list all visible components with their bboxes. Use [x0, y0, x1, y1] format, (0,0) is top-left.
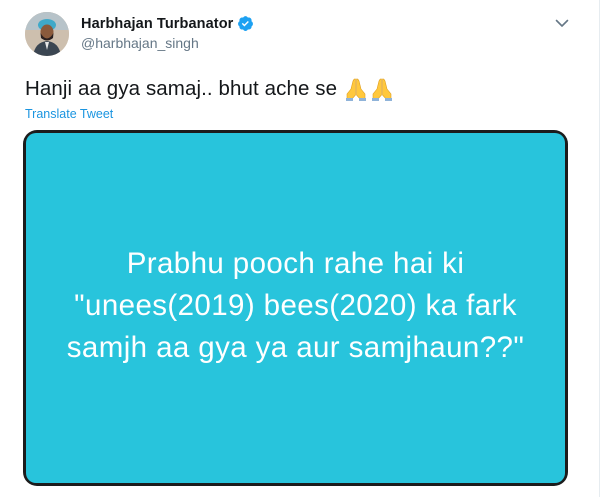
tweet-card: Harbhajan Turbanator @harbhajan_singh Ha…: [0, 0, 600, 497]
chevron-down-icon[interactable]: [553, 14, 571, 32]
media-text-line-3: samjh aa gya ya aur samjhaun??": [66, 331, 525, 364]
folded-hands-emoji-pair: [343, 76, 395, 102]
media-image: Prabhu pooch rahe hai ki "unees(2019) be…: [26, 133, 565, 483]
tweet-media[interactable]: Prabhu pooch rahe hai ki "unees(2019) be…: [23, 130, 568, 486]
tweet-text: Hanji aa gya samaj.. bhut ache se: [25, 76, 395, 102]
folded-hands-icon: [346, 78, 367, 101]
name-row: Harbhajan Turbanator: [81, 15, 254, 32]
user-names: Harbhajan Turbanator @harbhajan_singh: [81, 15, 254, 51]
display-name[interactable]: Harbhajan Turbanator: [81, 16, 233, 32]
user-handle[interactable]: @harbhajan_singh: [81, 35, 254, 51]
folded-hands-icon: [372, 78, 393, 101]
media-text-line-1: Prabhu pooch rahe hai ki: [126, 247, 465, 280]
avatar[interactable]: [25, 12, 69, 56]
tweet-header: Harbhajan Turbanator @harbhajan_singh: [25, 12, 254, 56]
verified-badge-icon: [237, 15, 254, 32]
translate-tweet-link[interactable]: Translate Tweet: [25, 107, 113, 121]
tweet-body: Hanji aa gya samaj.. bhut ache se: [25, 77, 338, 100]
media-text-line-2: "unees(2019) bees(2020) ka fark: [74, 289, 517, 322]
